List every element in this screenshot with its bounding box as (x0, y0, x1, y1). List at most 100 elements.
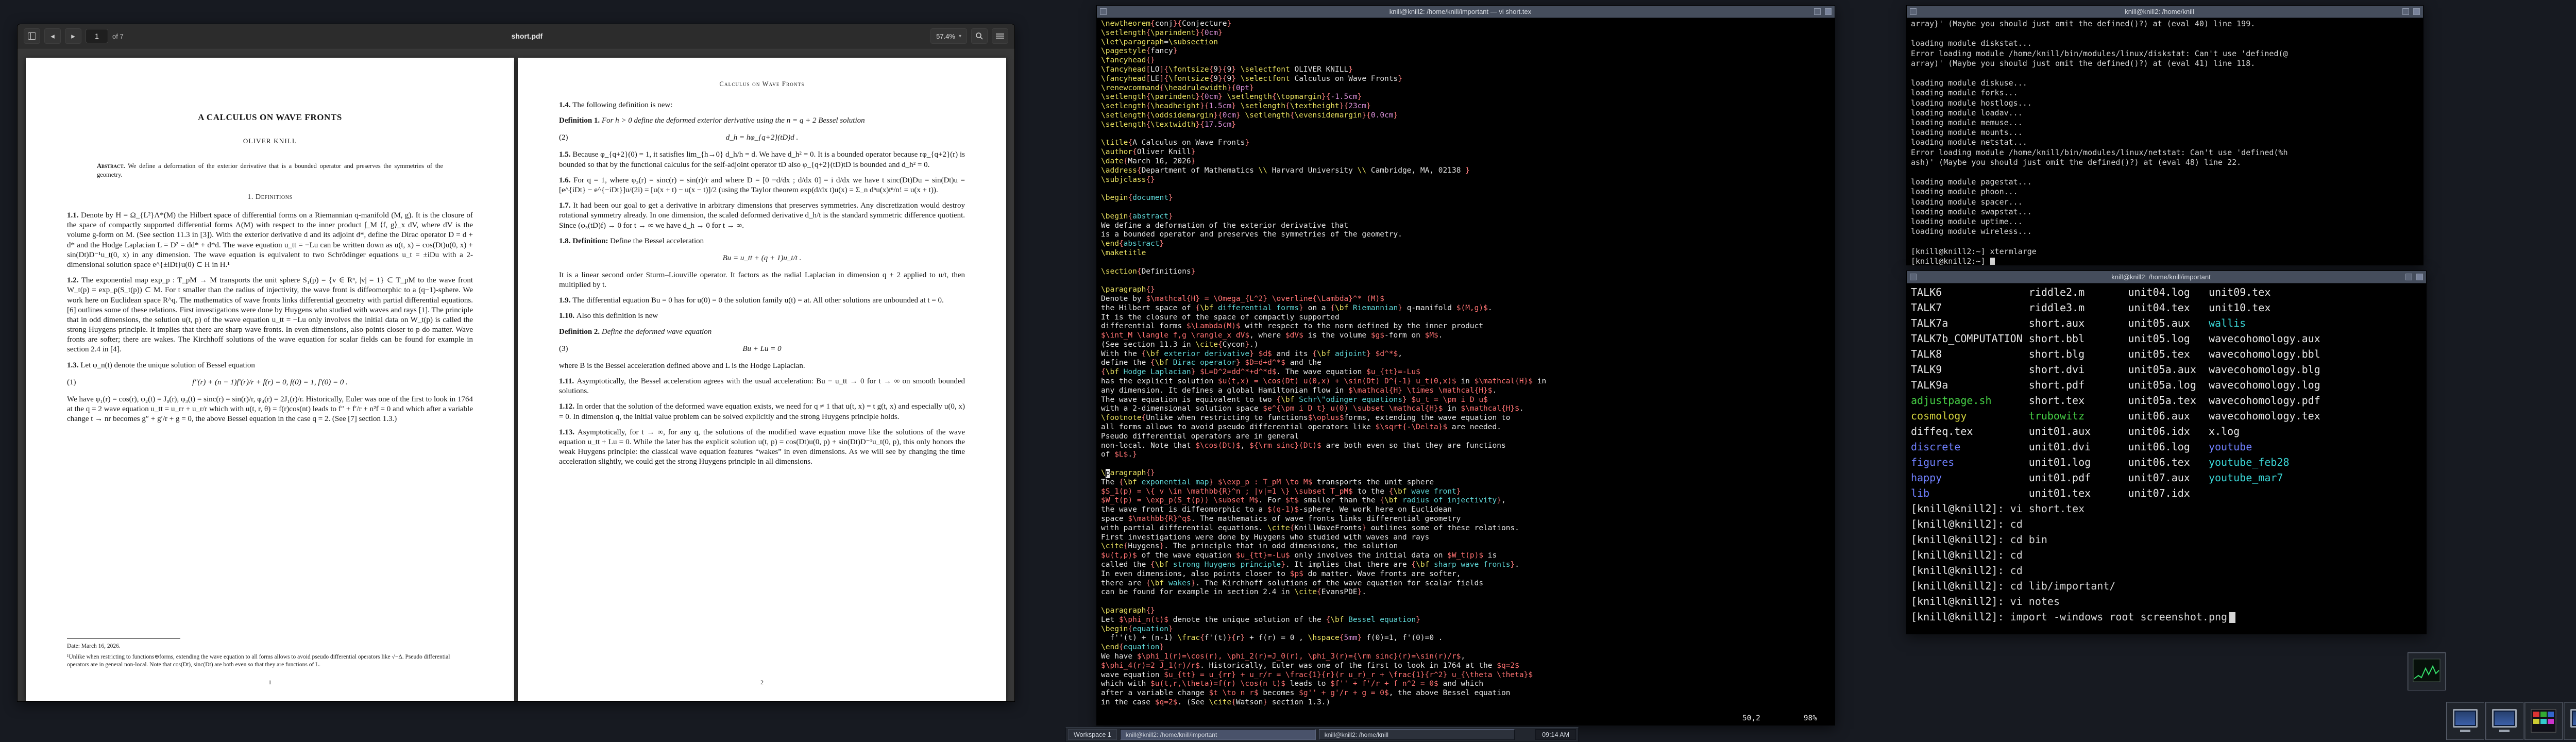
editor-line: $S_1(p) = \{ v \in \mathbb{R}^n ; |v|=1 … (1101, 487, 1831, 497)
vim-buffer[interactable]: \newtheorem{conj}{Conjecture} \setlength{… (1097, 18, 1835, 725)
minimize-button[interactable] (1814, 8, 1821, 15)
editor-line: \newtheorem{conj}{Conjecture} (1101, 20, 1831, 29)
file-listing-row: TALK7b_COMPUTATIONshort.bblunit05.logwav… (1911, 331, 2422, 346)
file-entry: wavecohomology.pdf (2209, 393, 2327, 408)
editor-titlebar[interactable]: knill@knill2: /home/knill/important — vi… (1097, 6, 1835, 18)
editor-line: \paragraph{} (1101, 285, 1831, 295)
taskbar-window-button[interactable]: knill@knill2: /home/knill (1319, 729, 1515, 740)
window-menu-button[interactable] (1910, 274, 1917, 280)
terminal-home-title: knill@knill2: /home/knill (1921, 8, 2398, 15)
shell-prompt: [knill@knill2]: (1911, 533, 2010, 546)
maximize-button[interactable] (2413, 8, 2420, 15)
paper-paragraph: 1.6. For q = 1, where φ₃(r) = sinc(r) = … (559, 176, 965, 195)
xterm-dock-tile[interactable] (2446, 702, 2484, 740)
sidebar-toggle-button[interactable] (24, 28, 40, 44)
pdf-content-area[interactable]: A CALCULUS ON WAVE FRONTS OLIVER KNILL A… (18, 48, 1014, 701)
terminal-line: loading module diskuse... (1911, 78, 2419, 88)
file-entry: happy (1911, 470, 2029, 485)
editor-line: \renewcommand{\headrulewidth}{0pt} (1101, 84, 1831, 93)
file-entry: unit06.aux (2128, 408, 2209, 424)
window-menu-button[interactable] (1100, 8, 1107, 15)
paper-paragraph: We have φ₁(r) = cos(r), φ₂(t) = J₀(r), φ… (67, 395, 473, 425)
editor-line: called the {\bf strong Huygens principle… (1101, 561, 1831, 570)
editor-window-title: knill@knill2: /home/knill/important — vi… (1111, 8, 1810, 15)
editor-line: all forms allows to avoid pseudo differe… (1101, 423, 1831, 432)
file-entry: short.bbl (2029, 331, 2128, 346)
editor-line: with partial differential equations. \ci… (1101, 524, 1831, 533)
xterm-dock-tile[interactable] (2485, 702, 2523, 740)
editor-line: \maketitle (1101, 249, 1831, 258)
page1-body: 1.1. Denote by H = Ω_{L²}Λ*(M) the Hilbe… (67, 211, 473, 424)
vim-ruler: 50,2 98% (1742, 714, 1817, 722)
file-entry: diffeq.tex (1911, 424, 2029, 439)
editor-line: Pseudo differential operators are in gen… (1101, 432, 1831, 442)
file-entry: short.tex (2029, 393, 2128, 408)
editor-line: space $\mathbb{R}^q$. The mathematics of… (1101, 515, 1831, 524)
paragraph-number: 1.10. (559, 312, 577, 320)
paragraph-number: 1.3. (67, 361, 80, 369)
menu-button[interactable] (992, 28, 1008, 44)
editor-line: Denote by $\mathcal{H} = \Omega_{L^2} \o… (1101, 295, 1831, 304)
editor-line: \begin{abstract} (1101, 212, 1831, 222)
paragraph-number: 1.8. (559, 237, 572, 245)
file-entry: lib (1911, 485, 2029, 501)
dock (2401, 647, 2576, 742)
file-entry: unit01.pdf (2029, 470, 2128, 485)
image-viewer-dock-tile[interactable] (2524, 702, 2563, 740)
editor-line: \begin{equation} (1101, 625, 1831, 634)
file-entry: unit01.dvi (2029, 439, 2128, 454)
scroll-percent: 98% (1804, 714, 1817, 722)
system-monitor-dock-tile[interactable] (2408, 652, 2446, 690)
editor-line: \setlength{\textwidth}{17.5cm} (1101, 121, 1831, 130)
terminal-important-output[interactable]: TALK6riddle2.munit04.logunit09.texTALK7r… (1907, 283, 2426, 634)
page-number-input[interactable] (86, 29, 108, 43)
definition-block: Definition 2. Define the deformed wave e… (559, 327, 965, 337)
editor-line: {\bf Hodge Laplacian} $L=D^2=dd^*+d^*d$.… (1101, 368, 1831, 377)
file-entry: short.aux (2029, 315, 2128, 331)
file-entry: TALK7b_COMPUTATION (1911, 331, 2029, 346)
next-page-button[interactable]: ▸ (65, 28, 81, 44)
paper-paragraph: 1.4. The following definition is new: (559, 100, 965, 110)
file-entry: TALK9 (1911, 362, 2029, 377)
editor-line: \section{Definitions} (1101, 267, 1831, 277)
editor-line: \setlength{\oddsidemargin}{0cm} \setleng… (1101, 111, 1831, 121)
paper-paragraph: 1.10. Also this definition is new (559, 311, 965, 321)
terminal-home-output[interactable]: array}' (Maybe you should just omit the … (1907, 18, 2423, 265)
taskbar-window-button[interactable]: knill@knill2: /home/knill/important (1120, 729, 1316, 740)
page2-number: 2 (518, 679, 1006, 686)
terminal-icon (2492, 709, 2517, 728)
file-entry: riddle2.m (2029, 284, 2128, 300)
editor-line: \end{abstract} (1101, 240, 1831, 249)
editor-line: can be found for example in section 2.4 … (1101, 588, 1831, 597)
workspace-indicator[interactable]: Workspace 1 (1068, 729, 1117, 740)
terminal-line (1911, 237, 2419, 246)
editor-line: \paragraph{}p (1101, 469, 1831, 478)
minimize-button[interactable] (2402, 8, 2409, 15)
zoom-value: 57.4% (936, 32, 955, 40)
editor-line (1101, 460, 1831, 469)
maximize-button[interactable] (1825, 8, 1832, 15)
editor-line: \footnote{Unlike when restricting to fun… (1101, 414, 1831, 423)
terminal-icon (2570, 709, 2576, 728)
zoom-level-dropdown[interactable]: 57.4% ▾ (930, 28, 967, 44)
minimize-button[interactable] (2405, 274, 2412, 280)
editor-line: define the {\bf Dirac operator} $D=d+d^*… (1101, 359, 1831, 368)
maximize-button[interactable] (2416, 274, 2423, 280)
previous-page-button[interactable]: ◂ (44, 28, 61, 44)
xterm-dock-tile[interactable] (2564, 702, 2576, 740)
terminal-important-titlebar[interactable]: knill@knill2: /home/knill/important (1907, 271, 2426, 283)
equation-label: (2) (559, 133, 568, 142)
terminal-home-titlebar[interactable]: knill@knill2: /home/knill (1907, 6, 2423, 18)
window-menu-button[interactable] (1910, 8, 1917, 15)
search-button[interactable] (971, 28, 988, 44)
date-footnote: Date: March 16, 2026. (67, 643, 473, 650)
terminal-cursor (2229, 612, 2235, 623)
equation-formula: f″(r) + (n − 1)f′(r)/r + f(r) = 0, f(0) … (192, 378, 348, 386)
terminal-line: loading module spacer... (1911, 197, 2419, 207)
shell-command-line: [knill@knill2]: import -windows root scr… (1911, 609, 2422, 625)
file-entry: youtube_feb28 (2209, 454, 2327, 470)
terminal-line: ash)' (Maybe you should just omit the de… (1911, 158, 2419, 167)
editor-line: In even dimensions, also points closer t… (1101, 570, 1831, 579)
file-entry: riddle3.m (2029, 300, 2128, 315)
file-entry: unit05a.tex (2128, 393, 2209, 408)
